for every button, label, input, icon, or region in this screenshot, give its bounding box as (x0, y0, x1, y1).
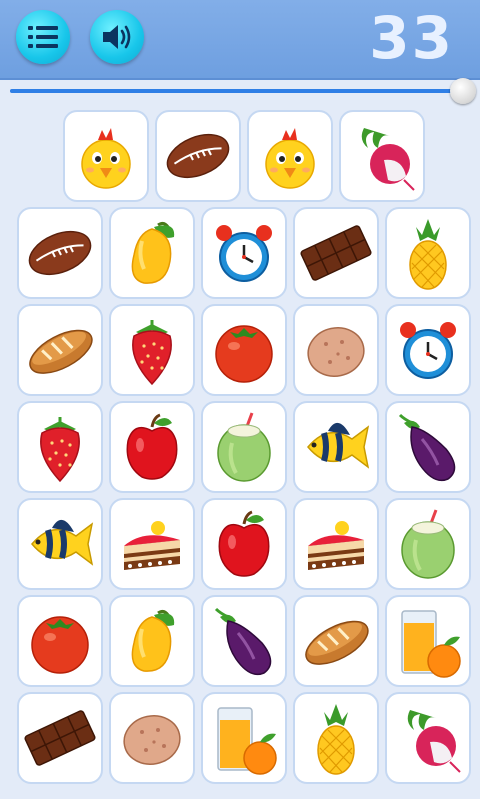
apple-icon (218, 510, 270, 577)
tile-chick[interactable] (247, 110, 333, 202)
top-bar: 33 (0, 0, 480, 80)
football-icon (28, 230, 92, 276)
tile-eggplant[interactable] (385, 401, 471, 493)
tile-radish[interactable] (339, 110, 425, 202)
tile-coconut[interactable] (201, 401, 287, 493)
tile-mango[interactable] (109, 595, 195, 687)
mango-icon (131, 221, 175, 284)
chocolate-icon (300, 225, 372, 281)
sound-button[interactable] (90, 10, 144, 64)
tile-alarm-clock[interactable] (385, 304, 471, 396)
chick-icon (81, 128, 131, 189)
tile-fish[interactable] (293, 401, 379, 493)
tile-apple[interactable] (109, 401, 195, 493)
timer-progress-fill (10, 89, 462, 93)
tile-apple[interactable] (201, 498, 287, 590)
football-icon (166, 133, 230, 179)
radish-icon (361, 128, 415, 191)
tomato-icon (215, 325, 273, 383)
strawberry-icon (132, 320, 172, 386)
strawberry-icon (40, 417, 80, 483)
cake-icon (124, 521, 180, 570)
tile-pineapple[interactable] (385, 207, 471, 299)
tile-radish[interactable] (385, 692, 471, 784)
pineapple-icon (409, 219, 447, 290)
chick-icon (265, 128, 315, 189)
tomato-icon (31, 616, 89, 674)
tile-bread[interactable] (293, 595, 379, 687)
pineapple-icon (317, 704, 355, 775)
menu-list-icon (28, 26, 58, 48)
tile-tomato[interactable] (17, 595, 103, 687)
chocolate-icon (24, 710, 96, 766)
tile-potato[interactable] (293, 304, 379, 396)
timer-progress-knob (450, 78, 476, 104)
speaker-icon (103, 25, 131, 49)
potato-icon (307, 327, 365, 377)
coconut-icon (217, 412, 271, 482)
tile-alarm-clock[interactable] (201, 207, 287, 299)
tile-potato[interactable] (109, 692, 195, 784)
eggplant-icon (214, 607, 272, 676)
tile-cake[interactable] (109, 498, 195, 590)
bread-icon (305, 620, 369, 665)
apple-icon (126, 413, 178, 480)
mango-icon (131, 609, 175, 672)
alarm-clock-icon (400, 322, 456, 379)
eggplant-icon (398, 413, 456, 482)
tile-fish[interactable] (17, 498, 103, 590)
cake-icon (308, 521, 364, 570)
fish-icon (31, 519, 94, 566)
tile-juice[interactable] (385, 595, 471, 687)
tile-mango[interactable] (109, 207, 195, 299)
tile-eggplant[interactable] (201, 595, 287, 687)
tile-chocolate[interactable] (293, 207, 379, 299)
tile-football[interactable] (17, 207, 103, 299)
tile-tomato[interactable] (201, 304, 287, 396)
fish-icon (307, 422, 370, 469)
juice-icon (217, 707, 277, 775)
potato-icon (123, 715, 181, 765)
tile-chick[interactable] (63, 110, 149, 202)
tile-juice[interactable] (201, 692, 287, 784)
juice-icon (401, 610, 461, 678)
tile-strawberry[interactable] (17, 401, 103, 493)
bread-icon (29, 329, 93, 374)
tile-pineapple[interactable] (293, 692, 379, 784)
menu-button[interactable] (16, 10, 70, 64)
tile-football[interactable] (155, 110, 241, 202)
tile-coconut[interactable] (385, 498, 471, 590)
radish-icon (407, 710, 461, 773)
score-counter: 33 (369, 4, 454, 72)
tile-bread[interactable] (17, 304, 103, 396)
coconut-icon (401, 509, 455, 579)
tile-strawberry[interactable] (109, 304, 195, 396)
timer-progress-track (10, 89, 462, 93)
tile-chocolate[interactable] (17, 692, 103, 784)
alarm-clock-icon (216, 225, 272, 282)
tile-cake[interactable] (293, 498, 379, 590)
